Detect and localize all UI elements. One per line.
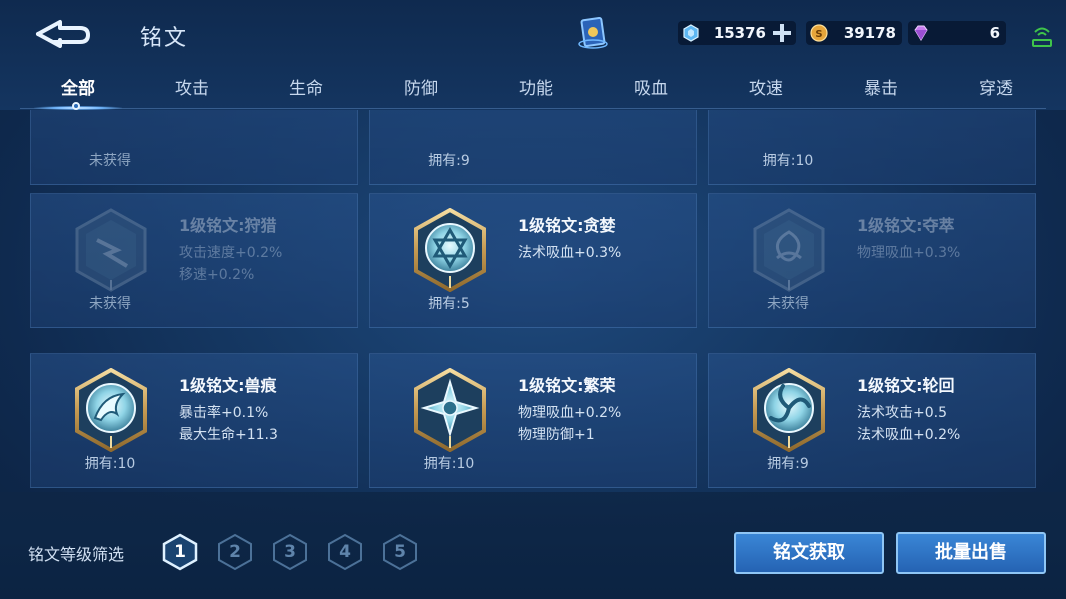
inscription-stat: 最大生命+11.3 (179, 427, 278, 443)
obtain-inscription-button[interactable]: 铭文获取 (734, 532, 884, 574)
coupon-icon (683, 24, 699, 42)
inscription-stat: 物理吸血+0.2% (518, 405, 622, 421)
claw-hex-icon (75, 368, 147, 452)
inscription-name: 1级铭文:轮回 (857, 376, 955, 395)
top-bar: 铭文 15376 S 39178 6 (0, 0, 1066, 66)
inscription-card-prosperity[interactable]: 1级铭文:繁荣 物理吸血+0.2% 物理防御+1 拥有:10 (369, 353, 697, 488)
level-filter-2[interactable]: 2 (216, 533, 254, 571)
tab-attack-speed[interactable]: 攻速 (721, 74, 811, 99)
tab-critical[interactable]: 暴击 (836, 74, 926, 99)
inscription-stat: 法术吸血+0.2% (857, 427, 961, 443)
owned-count: 拥有:10 (762, 153, 814, 169)
owned-count: 拥有:9 (767, 456, 809, 472)
gold-counter: S 39178 (806, 21, 902, 45)
inscription-name: 1级铭文:繁荣 (518, 376, 616, 395)
level-filter-4[interactable]: 4 (326, 533, 364, 571)
inscription-book-icon[interactable] (574, 14, 612, 52)
diamond-value: 6 (989, 24, 1000, 42)
level-filter-label: 铭文等级筛选 (28, 545, 125, 564)
tab-attack[interactable]: 攻击 (147, 74, 237, 99)
diamond-counter: 6 (908, 21, 1006, 45)
inscription-name: 1级铭文:狩猎 (179, 216, 277, 235)
level-number: 3 (284, 542, 296, 562)
owned-count: 拥有:10 (84, 456, 136, 472)
coupon-value: 15376 (713, 24, 766, 42)
tab-lifesteal[interactable]: 吸血 (606, 74, 696, 99)
level-number: 1 (174, 542, 186, 562)
level-filter-1[interactable]: 1 (161, 533, 199, 571)
tab-defense[interactable]: 防御 (376, 74, 466, 99)
inscription-card-beast-mark[interactable]: 1级铭文:兽痕 暴击率+0.1% 最大生命+11.3 拥有:10 (30, 353, 358, 488)
back-arrow-icon[interactable] (30, 18, 92, 48)
inscription-name: 1级铭文:兽痕 (179, 376, 277, 395)
owned-count: 未获得 (89, 296, 131, 312)
svg-text:S: S (815, 29, 822, 40)
swirl-hex-icon (753, 368, 825, 452)
inscription-card-hunting[interactable]: 1级铭文:狩猎 攻击速度+0.2% 移速+0.2% 未获得 (30, 193, 358, 328)
tab-health[interactable]: 生命 (261, 74, 351, 99)
level-filter-5[interactable]: 5 (381, 533, 419, 571)
level-number: 2 (229, 542, 241, 562)
tab-utility[interactable]: 功能 (491, 74, 581, 99)
inscription-stat: 法术吸血+0.3% (518, 245, 622, 261)
lightning-hex-icon (75, 208, 147, 292)
inscription-stat: 移速+0.2% (179, 267, 255, 283)
network-signal-icon (1032, 27, 1052, 47)
cross-star-hex-icon (414, 368, 486, 452)
owned-count: 未获得 (767, 296, 809, 312)
inscription-stat: 物理防御+1 (518, 427, 595, 443)
inscription-stat: 攻击速度+0.2% (179, 245, 283, 261)
level-number: 4 (339, 542, 351, 562)
diamond-icon (914, 25, 928, 41)
inscription-name: 1级铭文:贪婪 (518, 216, 616, 235)
tab-penetration[interactable]: 穿透 (951, 74, 1041, 99)
level-number: 5 (394, 542, 406, 562)
owned-count: 拥有:5 (428, 296, 470, 312)
owned-count: 未获得 (89, 153, 131, 169)
add-coupon-button[interactable] (772, 23, 792, 43)
owned-count: 拥有:10 (423, 456, 475, 472)
inscription-stat: 法术攻击+0.5 (857, 405, 947, 421)
inscription-name: 1级铭文:夺萃 (857, 216, 955, 235)
tab-divider (20, 108, 1046, 109)
page-title: 铭文 (140, 26, 189, 51)
level-filter-3[interactable]: 3 (271, 533, 309, 571)
category-tabs: 全部 攻击 生命 防御 功能 吸血 攻速 暴击 穿透 (0, 66, 1066, 110)
star-of-david-hex-icon (414, 208, 486, 292)
active-tab-dot (72, 102, 80, 110)
gold-value: 39178 (843, 24, 896, 42)
inscription-stat: 物理吸血+0.3% (857, 245, 961, 261)
coupon-counter: 15376 (678, 21, 796, 45)
tab-all[interactable]: 全部 (33, 74, 123, 99)
inscription-card-reincarnation[interactable]: 1级铭文:轮回 法术攻击+0.5 法术吸血+0.2% 拥有:9 (708, 353, 1036, 488)
inscription-stat: 暴击率+0.1% (179, 405, 269, 421)
gold-coin-icon: S (810, 24, 828, 42)
inscription-card-greed[interactable]: 1级铭文:贪婪 法术吸血+0.3% 拥有:5 (369, 193, 697, 328)
bulk-sell-button[interactable]: 批量出售 (896, 532, 1046, 574)
knot-hex-icon (753, 208, 825, 292)
inscription-card-plunder[interactable]: 1级铭文:夺萃 物理吸血+0.3% 未获得 (708, 193, 1036, 328)
owned-count: 拥有:9 (428, 153, 470, 169)
